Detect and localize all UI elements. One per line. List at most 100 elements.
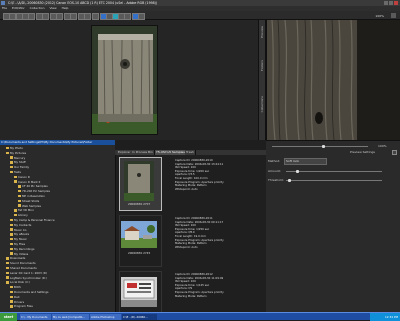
window-title: C:\E ..\A/D\..20060830 (2012) Canon EOS-… (8, 1, 158, 5)
folder-icon (6, 266, 9, 270)
tree-item[interactable]: Dell (10, 295, 19, 299)
thumbnail-caption: 20060830 2707 (128, 202, 151, 206)
tree-item-label: MP in Resolution (22, 194, 46, 198)
tree-item[interactable]: My Music (10, 237, 27, 241)
tree-item[interactable]: Fat 3D Mini (14, 208, 34, 212)
tree-item-label: My Stuff (14, 160, 26, 165)
folder-icon (10, 295, 13, 299)
taskbar-item[interactable]: My ov web [Compatib... (52, 314, 89, 320)
folder-icon (10, 223, 13, 227)
close-button[interactable] (394, 1, 398, 5)
tree-item-label: My Photo (10, 146, 23, 150)
tree-item[interactable]: LogMeIn Synchronizer (D:) (6, 276, 47, 280)
menu-help[interactable]: Help (62, 6, 69, 10)
list-view-icon[interactable] (84, 13, 91, 20)
tree-item[interactable]: Documents and Settings (10, 290, 48, 294)
forward-icon[interactable] (9, 13, 16, 20)
compare-icon[interactable] (92, 13, 99, 20)
tree-item[interactable]: Drivers (10, 300, 24, 304)
tree-item[interactable]: 7D-20d Pic Samples (18, 189, 50, 193)
folder-icon (10, 228, 13, 231)
zoom-icon[interactable] (70, 13, 77, 20)
taskbar-item-active[interactable]: C:\E ..\D\..20060... (122, 314, 157, 320)
zoom-slider[interactable] (272, 144, 368, 148)
tree-item[interactable]: Canon D Mark II (14, 180, 40, 184)
tree-item-label: My Files (14, 242, 26, 246)
tree-item[interactable]: My Camp & Personal Finance (10, 218, 55, 222)
folder-icon (10, 233, 13, 236)
tree-item[interactable]: My eBooks (10, 232, 29, 236)
tree-item[interactable]: Mercury (10, 156, 25, 160)
maximize-button[interactable] (389, 1, 393, 5)
menu-edit[interactable]: Edit/Wor (12, 6, 25, 10)
tree-item[interactable]: Sound Documents (6, 261, 36, 265)
folder-icon (18, 199, 21, 203)
tree-item[interactable]: My Stuff (10, 160, 26, 164)
tree-item[interactable]: Library (14, 213, 28, 217)
tree-item[interactable]: My Pictures (6, 151, 26, 155)
tree-item[interactable]: Lexar DC Card 1: 2003 (D) (6, 271, 47, 275)
tree-item[interactable]: My Photo (6, 146, 23, 150)
print-icon[interactable] (28, 13, 35, 20)
tree-item-label: LogMeIn Synchronizer (D:) (10, 275, 47, 280)
tree-item[interactable]: Street Shots (18, 199, 39, 203)
menu-view[interactable]: View (49, 6, 56, 10)
minimize-button[interactable] (384, 1, 388, 5)
tree-item[interactable]: BIOS (10, 285, 21, 289)
folder-icon (18, 185, 21, 188)
side-panel-tabs: Preview Folders Collections (258, 20, 266, 140)
tree-item-label: BIOS (14, 285, 21, 290)
tree-item-label: Canon D (18, 174, 30, 179)
tree-item[interactable]: Music Co (10, 228, 27, 232)
amount-label: Amount: (268, 169, 281, 173)
thumbnail-caption: 20060830 2745 (128, 251, 151, 255)
tree-item[interactable]: Downloads (6, 256, 25, 260)
thumbnail-sign[interactable] (121, 277, 157, 307)
taskbar-item[interactable]: Adobe Photoshop (90, 314, 121, 320)
tree-item[interactable]: My Recordings (10, 247, 34, 251)
tree-item[interactable]: Tests (10, 170, 21, 174)
tree-item[interactable]: Program Files (10, 304, 33, 308)
settings-icon[interactable] (138, 13, 145, 20)
folder-icon (10, 285, 13, 289)
menu-collection[interactable]: Collection (30, 6, 45, 10)
tree-item-label: Street Shots (22, 198, 40, 203)
tree-item[interactable]: My Videos (10, 252, 28, 256)
rotate-right-icon[interactable] (42, 13, 49, 20)
tree-item-label: My Videos (14, 251, 29, 256)
tree-item-label: Program Files (14, 304, 33, 309)
tree-item-label: Documents and Settings (14, 290, 49, 294)
method-select[interactable]: Soft look (284, 158, 327, 165)
tree-item[interactable]: Canon D (14, 175, 30, 179)
tree-item[interactable]: Local Disk (C:) (6, 280, 30, 284)
preview-settings-checkbox[interactable] (392, 150, 397, 155)
zoom-value: 100% (378, 144, 387, 148)
straighten-icon[interactable] (56, 13, 63, 20)
thumbnail-house[interactable] (121, 221, 157, 248)
menu-file[interactable]: File (2, 6, 7, 10)
zoomed-preview-image[interactable] (266, 20, 400, 140)
tree-item[interactable]: Shared Documents (6, 266, 37, 270)
method-label: Method: (268, 159, 281, 163)
preview-image-tree-stump[interactable] (91, 25, 158, 135)
wood-texture-image (267, 20, 400, 140)
folder-icon (10, 218, 13, 222)
threshold-slider[interactable] (286, 178, 382, 182)
tree-item[interactable]: Web Samples (18, 204, 41, 208)
folder-icon (10, 237, 13, 241)
taskbar-item[interactable]: C:\ - My Documents (20, 314, 51, 320)
tree-item[interactable]: My Files (10, 242, 25, 246)
tree-item-label: Library (18, 213, 28, 218)
folder-icon (10, 242, 13, 246)
tree-item-label: Mercury (14, 155, 26, 160)
tree-item-label: Local Disk (C:) (10, 280, 31, 285)
amount-slider[interactable] (286, 169, 382, 173)
filter-icon[interactable] (124, 13, 131, 20)
tree-item[interactable]: MP in Resolution (18, 194, 45, 198)
panel-toggle-icon[interactable] (391, 13, 396, 18)
folder-icon (6, 261, 9, 265)
tree-item[interactable]: Our Family (10, 165, 29, 169)
tree-item[interactable]: CF 40 Pic Samples (18, 184, 48, 188)
tree-item[interactable]: My Contacts (10, 223, 31, 227)
thumbnail-stump[interactable] (124, 161, 154, 201)
